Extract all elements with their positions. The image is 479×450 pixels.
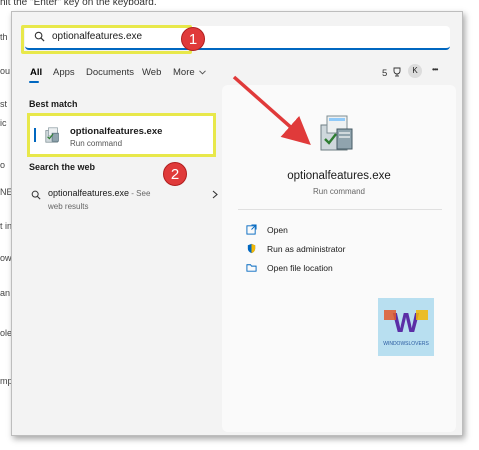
svg-text:W: W	[393, 307, 420, 338]
tab-apps[interactable]: Apps	[53, 67, 75, 78]
action-run-as-admin-label: Run as administrator	[267, 244, 346, 254]
chevron-down-icon	[199, 70, 207, 75]
background-fragment: th	[0, 32, 8, 42]
best-match-subtitle: Run command	[70, 139, 123, 148]
web-search-result[interactable]: optionalfeatures.exe - See web results	[30, 187, 220, 223]
background-fragment: o	[0, 160, 6, 170]
windowslovers-logo: W WINDOWSLOVERS	[378, 298, 434, 356]
divider	[238, 209, 442, 210]
tab-web[interactable]: Web	[142, 67, 161, 78]
background-fragment: ic	[0, 118, 7, 128]
best-match-title: optionalfeatures.exe	[70, 126, 163, 137]
step-badge-2: 2	[163, 162, 187, 186]
logo-graphic: W WINDOWSLOVERS	[378, 298, 434, 356]
windows-features-app-icon	[45, 127, 59, 143]
start-search-panel: optionalfeatures.exe 1 All Apps Document…	[11, 11, 463, 436]
tab-more[interactable]: More	[173, 67, 207, 78]
tab-all[interactable]: All	[30, 67, 42, 78]
web-result-text: optionalfeatures.exe - See web results	[48, 187, 158, 213]
search-highlight-box	[21, 25, 192, 54]
background-fragment: st	[0, 99, 8, 109]
background-fragment: an	[0, 288, 11, 298]
action-open-file-location-label: Open file location	[267, 263, 333, 273]
open-icon	[246, 224, 257, 235]
preview-pane: optionalfeatures.exe Run command Open Ru…	[222, 85, 456, 432]
avatar[interactable]: K	[408, 64, 422, 78]
trophy-icon	[393, 67, 401, 77]
step-badge-1: 1	[181, 27, 205, 51]
background-text-top: hit the "Enter" key on the keyboard.	[0, 0, 157, 8]
chevron-right-icon	[212, 190, 218, 202]
tab-all-underline	[29, 81, 39, 83]
best-match-result[interactable]: optionalfeatures.exe Run command	[27, 113, 216, 157]
tab-documents[interactable]: Documents	[86, 67, 134, 78]
web-result-query: optionalfeatures.exe	[48, 188, 130, 198]
preview-subtitle: Run command	[312, 187, 366, 196]
best-match-heading: Best match	[29, 99, 78, 109]
windows-features-app-icon	[320, 115, 353, 151]
background-fragment: ou	[0, 66, 11, 76]
search-web-heading: Search the web	[29, 162, 96, 172]
action-open-label: Open	[267, 225, 288, 235]
selection-indicator	[34, 128, 36, 142]
more-options-button[interactable]: •••	[432, 65, 438, 74]
tab-more-label: More	[173, 67, 195, 78]
rewards-points[interactable]: 5	[382, 67, 402, 79]
preview-title: optionalfeatures.exe	[287, 170, 391, 182]
background-fragment: ow	[0, 253, 12, 263]
points-count: 5	[382, 68, 388, 79]
svg-text:WINDOWSLOVERS: WINDOWSLOVERS	[383, 341, 429, 347]
shield-icon	[247, 243, 256, 254]
folder-icon	[246, 264, 257, 272]
search-icon	[31, 190, 41, 200]
